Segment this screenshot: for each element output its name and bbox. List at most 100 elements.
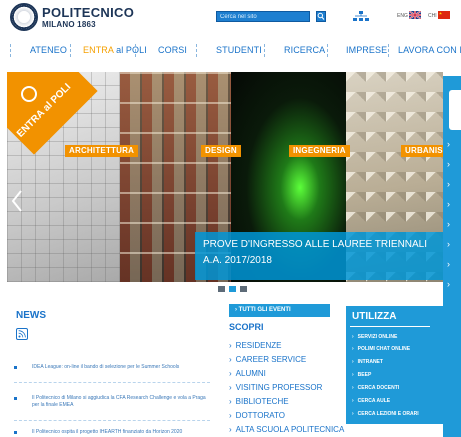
side-chevron-icon: ›: [447, 139, 450, 149]
utilizza-link[interactable]: › BEEP: [352, 372, 371, 378]
news-item-text[interactable]: Il Politecnico ospita il progetto IHEART…: [32, 429, 212, 436]
news-item-text[interactable]: IDEA League: on-line il bando di selezio…: [32, 364, 212, 371]
nav-item-studenti[interactable]: STUDENTI: [216, 45, 262, 55]
utilizza-link-label: INTRANET: [357, 359, 383, 365]
chevron-right-icon: ›: [229, 369, 232, 378]
nav-item-imprese[interactable]: IMPRESE: [346, 45, 387, 55]
utilizza-link-label: CERCA DOCENTI: [357, 385, 400, 391]
search-button[interactable]: [316, 11, 326, 22]
utilizza-link-label: POLIMI CHAT ONLINE: [357, 346, 411, 352]
side-quick-links-tab[interactable]: [443, 76, 461, 437]
china-flag-icon[interactable]: [438, 11, 450, 19]
logo-subtitle: MILANO 1863: [42, 20, 96, 29]
chevron-right-icon: ›: [229, 425, 232, 434]
utilizza-heading: UTILIZZA: [352, 311, 397, 322]
lang-chi-label[interactable]: CHI: [428, 13, 437, 19]
scopri-link[interactable]: › DOTTORATO: [229, 411, 285, 420]
carousel-dot-active[interactable]: [229, 286, 236, 292]
chevron-right-icon: ›: [229, 411, 232, 420]
scopri-link[interactable]: › BIBLIOTECHE: [229, 397, 289, 406]
nav-separator: [135, 44, 136, 57]
side-chevron-icon: ›: [447, 159, 450, 169]
scopri-link-label: BIBLIOTECHE: [235, 397, 289, 406]
category-label-design[interactable]: DESIGN: [201, 145, 241, 157]
scopri-link[interactable]: › RESIDENZE: [229, 341, 281, 350]
utilizza-link-label: CERCA AULE: [357, 398, 391, 404]
nav-item-entra-al-poli[interactable]: ENTRA al POLI: [83, 45, 147, 55]
politecnico-seal-logo[interactable]: [10, 3, 38, 31]
nav-item-entra-rest: al POLI: [113, 45, 147, 55]
scopri-heading: SCOPRI: [229, 322, 264, 332]
utilizza-link[interactable]: › CERCA LEZIONI E ORARI: [352, 411, 419, 417]
chevron-right-icon: ›: [229, 355, 232, 364]
utilizza-link-label: SERVIZI ONLINE: [357, 334, 398, 340]
utilizza-link[interactable]: › INTRANET: [352, 359, 383, 365]
chevron-right-icon: ›: [229, 397, 232, 406]
nav-separator: [327, 44, 328, 57]
search-icon: [317, 12, 325, 20]
hero-carousel[interactable]: ENTRA al POLI ARCHITETTURA DESIGN INGEGN…: [7, 72, 443, 282]
utilizza-panel: UTILIZZA › SERVIZI ONLINE › POLIMI CHAT ON…: [346, 306, 443, 424]
carousel-prev-arrow-icon[interactable]: [11, 190, 23, 212]
category-label-urbanistica[interactable]: URBANISTICA: [401, 145, 443, 157]
scopri-link-label: CAREER SERVICE: [235, 355, 307, 364]
news-divider: [14, 382, 210, 383]
chevron-right-icon: ›: [352, 411, 354, 417]
utilizza-link[interactable]: › CERCA DOCENTI: [352, 385, 399, 391]
category-label-ingegneria[interactable]: INGEGNERIA: [289, 145, 350, 157]
utilizza-link[interactable]: › POLIMI CHAT ONLINE: [352, 346, 410, 352]
main-nav: ATENEO ENTRA al POLI CORSI STUDENTI RICE…: [0, 40, 461, 62]
uk-flag-icon[interactable]: [409, 11, 421, 19]
side-tab-handle[interactable]: [449, 90, 461, 130]
news-bullet: [14, 397, 17, 400]
nav-separator: [264, 44, 265, 57]
chevron-right-icon: ›: [352, 334, 354, 340]
scopri-link-label: ALTA SCUOLA POLITECNICA: [235, 425, 345, 434]
nav-item-ricerca[interactable]: RICERCA: [284, 45, 325, 55]
scopri-link-label: DOTTORATO: [235, 411, 286, 420]
chevron-right-icon: ›: [229, 383, 232, 392]
scopri-link[interactable]: › ALTA SCUOLA POLITECNICA: [229, 425, 344, 434]
news-heading[interactable]: NEWS: [16, 310, 46, 321]
chevron-right-icon: ›: [352, 372, 354, 378]
sitemap-icon[interactable]: [353, 11, 369, 21]
lang-eng-label[interactable]: ENG: [397, 13, 408, 19]
nav-item-ateneo[interactable]: ATENEO: [30, 45, 67, 55]
scopri-link-label: RESIDENZE: [235, 341, 282, 350]
side-chevron-icon: ›: [447, 239, 450, 249]
nav-separator: [388, 44, 389, 57]
scopri-link-label: VISITING PROFESSOR: [235, 383, 323, 392]
search-input[interactable]: [216, 11, 310, 22]
all-events-label: TUTTI GLI EVENTI: [238, 307, 291, 313]
rss-icon[interactable]: [16, 328, 28, 340]
category-label-architettura[interactable]: ARCHITETTURA: [65, 145, 139, 157]
nav-separator: [70, 44, 71, 57]
nav-item-lavora-con-noi[interactable]: LAVORA CON NOI: [398, 45, 461, 55]
side-chevron-icon: ›: [447, 179, 450, 189]
logo-name[interactable]: POLITECNICO: [42, 5, 134, 20]
nav-separator: [196, 44, 197, 57]
scopri-link[interactable]: › VISITING PROFESSOR: [229, 383, 322, 392]
all-events-button[interactable]: › TUTTI GLI EVENTI: [229, 304, 330, 317]
side-chevron-icon: ›: [447, 199, 450, 209]
side-chevron-icon: ›: [447, 219, 450, 229]
news-item-text[interactable]: Il Politecnico di Milano si aggiudica la…: [32, 395, 212, 409]
nav-separator: [10, 44, 11, 57]
nav-item-corsi[interactable]: CORSI: [158, 45, 187, 55]
news-bullet: [14, 366, 17, 369]
utilizza-link-label: BEEP: [357, 372, 372, 378]
site-header: POLITECNICO MILANO 1863 ENG CHI: [0, 0, 461, 36]
clock-icon: [21, 86, 37, 102]
utilizza-link[interactable]: › CERCA AULE: [352, 398, 390, 404]
utilizza-divider: [350, 326, 430, 327]
nav-item-entra-highlight: ENTRA: [83, 45, 114, 55]
scopri-link[interactable]: › ALUMNI: [229, 369, 266, 378]
hero-caption[interactable]: PROVE D'INGRESSO ALLE LAUREE TRIENNALI A…: [195, 232, 443, 280]
utilizza-link[interactable]: › SERVIZI ONLINE: [352, 334, 397, 340]
scopri-link[interactable]: › CAREER SERVICE: [229, 355, 306, 364]
chevron-right-icon: ›: [352, 346, 354, 352]
scopri-link-label: ALUMNI: [235, 369, 266, 378]
carousel-dot[interactable]: [240, 286, 247, 292]
carousel-dot[interactable]: [218, 286, 225, 292]
chevron-right-icon: ›: [352, 359, 354, 365]
